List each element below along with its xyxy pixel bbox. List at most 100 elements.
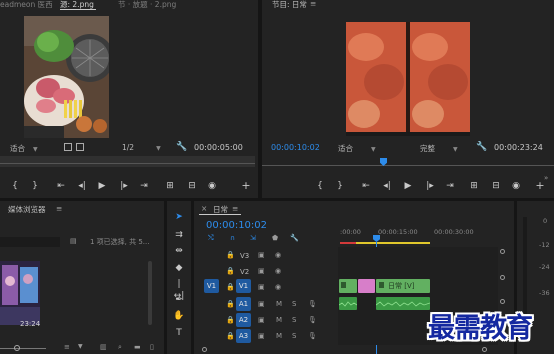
media-browser-tab[interactable]: 媒体浏览器: [8, 204, 46, 215]
timeline-hscroll[interactable]: [202, 347, 492, 352]
solo-button[interactable]: S: [292, 332, 296, 340]
mute-button[interactable]: M: [276, 300, 282, 308]
close-tab-icon[interactable]: ×: [201, 204, 207, 213]
play-icon[interactable]: ▶: [402, 180, 414, 192]
source-timecode[interactable]: 00:00:05:00: [194, 143, 243, 152]
lift-icon[interactable]: ⊞: [468, 180, 480, 192]
export-frame-icon[interactable]: ◉: [510, 180, 522, 192]
sync-lock-icon[interactable]: ▣: [258, 267, 265, 275]
wrench-icon[interactable]: 🔧: [176, 141, 188, 153]
selection-tool-icon[interactable]: ➤: [173, 211, 185, 223]
nest-icon[interactable]: ⤭: [208, 234, 214, 243]
go-to-out-icon[interactable]: ⇥: [138, 180, 150, 192]
audio-clip-1[interactable]: [339, 297, 357, 310]
zoom-slider[interactable]: [0, 348, 46, 349]
sync-lock-icon[interactable]: ▣: [258, 251, 265, 259]
step-back-icon[interactable]: ◂|: [76, 180, 88, 192]
lock-icon[interactable]: 🔒: [226, 283, 235, 291]
timeline-ruler[interactable]: :00:00 00:00:15:00 00:00:30:00: [338, 227, 498, 245]
new-item-icon[interactable]: ▥: [100, 343, 107, 351]
zoom-slider-handle[interactable]: [14, 345, 20, 351]
timeline-vscroll-handle[interactable]: [500, 275, 505, 280]
razor-tool-icon[interactable]: ◆: [173, 262, 185, 274]
track-select-icon[interactable]: ⇉: [173, 229, 185, 241]
program-tab[interactable]: 节目: 日常: [272, 0, 307, 10]
media-thumbnail[interactable]: [0, 261, 40, 325]
eye-icon[interactable]: ◉: [275, 283, 281, 291]
mute-button[interactable]: M: [276, 316, 282, 324]
linked-selection-icon[interactable]: ⇲: [250, 234, 256, 242]
microphone-icon[interactable]: 🎙: [308, 300, 317, 308]
add-button-icon[interactable]: +: [240, 180, 252, 192]
audio-clip-main[interactable]: [376, 297, 430, 310]
sync-lock-icon[interactable]: ▣: [258, 316, 265, 324]
slip-tool-icon[interactable]: |↔|: [173, 278, 185, 301]
media-search-field[interactable]: [0, 237, 60, 247]
menu-icon[interactable]: ≡: [232, 204, 238, 213]
timeline-vscroll-handle[interactable]: [500, 299, 505, 304]
track-a2-target[interactable]: A2: [236, 313, 251, 327]
insert-icon[interactable]: ⊞: [164, 180, 176, 192]
go-to-in-icon[interactable]: ⇤: [55, 180, 67, 192]
snap-icon[interactable]: ∩: [230, 234, 235, 242]
type-tool-icon[interactable]: T: [173, 327, 185, 339]
step-back-icon[interactable]: ◂|: [381, 180, 393, 192]
program-timecode-left[interactable]: 00:00:10:02: [271, 143, 320, 152]
delete-icon[interactable]: ▯: [150, 343, 154, 351]
go-to-in-icon[interactable]: ⇤: [360, 180, 372, 192]
source-tab-partial-right[interactable]: 节 · 放题 · 2.png: [118, 0, 176, 10]
video-clip-pink[interactable]: [358, 279, 375, 293]
source-fit-dropdown[interactable]: 适合 ▼: [10, 143, 38, 154]
chevron-down-icon[interactable]: ▼: [78, 343, 83, 350]
track-v1-target[interactable]: V1: [236, 279, 251, 293]
hand-tool-icon[interactable]: ✋: [173, 310, 185, 322]
folder-icon[interactable]: ▤: [70, 237, 77, 245]
program-scrub-bar[interactable]: [262, 156, 554, 168]
step-forward-icon[interactable]: |▸: [424, 180, 436, 192]
track-a1-target[interactable]: A1: [236, 297, 251, 311]
mark-out-icon[interactable]: }: [334, 180, 346, 192]
overwrite-icon[interactable]: ⊟: [186, 180, 198, 192]
sync-lock-icon[interactable]: ▣: [258, 300, 265, 308]
eye-icon[interactable]: ◉: [275, 267, 281, 275]
track-a3-target[interactable]: A3: [236, 329, 251, 343]
list-view-icon[interactable]: ≡: [64, 343, 70, 351]
video-clip-1[interactable]: [339, 279, 357, 293]
mark-in-icon[interactable]: {: [314, 180, 326, 192]
lock-icon[interactable]: 🔒: [226, 251, 235, 259]
ripple-edit-icon[interactable]: ⇹: [173, 245, 185, 257]
lock-icon[interactable]: 🔒: [226, 332, 235, 340]
step-forward-icon[interactable]: |▸: [118, 180, 130, 192]
microphone-icon[interactable]: 🎙: [308, 332, 317, 340]
video-clip-main[interactable]: 日常 [V]: [376, 279, 430, 293]
menu-icon[interactable]: ≡: [56, 204, 62, 213]
program-quality-dropdown[interactable]: 完整 ▼: [420, 143, 458, 154]
folder-icon[interactable]: ▬: [134, 343, 141, 351]
source-settings-icons[interactable]: [64, 143, 88, 152]
program-fit-dropdown[interactable]: 适合 ▼: [338, 143, 376, 154]
pen-tool-icon[interactable]: ✒: [173, 294, 185, 306]
source-resolution-dropdown[interactable]: 1/2 ▼: [122, 143, 161, 152]
extract-icon[interactable]: ⊟: [490, 180, 502, 192]
mute-button[interactable]: M: [276, 332, 282, 340]
microphone-icon[interactable]: 🎙: [308, 316, 317, 324]
source-tab-partial-left[interactable]: eadmeon 医西: [0, 0, 53, 10]
source-scrub-bar[interactable]: [0, 156, 255, 167]
wrench-icon[interactable]: 🔧: [476, 141, 488, 153]
more-icon[interactable]: »: [544, 174, 548, 182]
eye-icon[interactable]: ◉: [275, 251, 281, 259]
marker-icon[interactable]: ⬟: [272, 234, 278, 242]
wrench-icon[interactable]: 🔧: [290, 234, 299, 242]
timeline-vscroll-handle[interactable]: [500, 249, 505, 254]
sync-lock-icon[interactable]: ▣: [258, 283, 265, 291]
mark-out-icon[interactable]: }: [29, 180, 41, 192]
sync-lock-icon[interactable]: ▣: [258, 332, 265, 340]
media-scrollbar[interactable]: [148, 261, 152, 325]
solo-button[interactable]: S: [292, 300, 296, 308]
lock-icon[interactable]: 🔒: [226, 300, 235, 308]
lock-icon[interactable]: 🔒: [226, 267, 235, 275]
camera-icon[interactable]: ◉: [206, 180, 218, 192]
search-icon[interactable]: ⌕: [118, 343, 122, 352]
source-patch-v1[interactable]: V1: [204, 279, 219, 293]
menu-icon[interactable]: ≡: [310, 0, 316, 8]
